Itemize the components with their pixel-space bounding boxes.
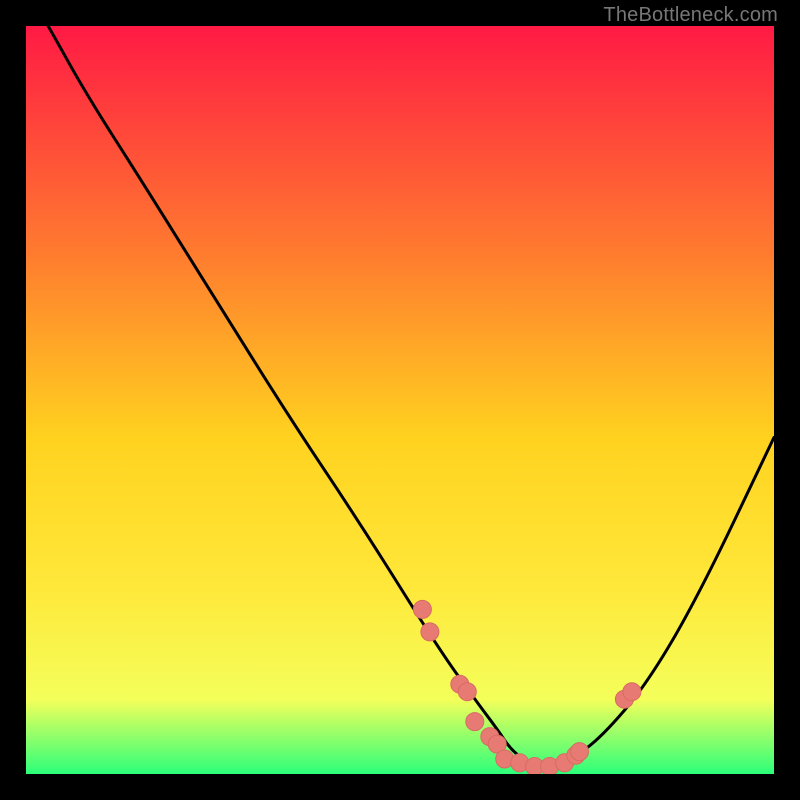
plot-area xyxy=(26,26,774,774)
attribution-text: TheBottleneck.com xyxy=(603,4,778,27)
curve-marker xyxy=(421,623,439,641)
curve-marker xyxy=(466,713,484,731)
curve-overlay xyxy=(26,26,774,774)
curve-marker xyxy=(458,683,476,701)
curve-markers xyxy=(413,600,641,774)
curve-marker xyxy=(623,683,641,701)
curve-marker xyxy=(413,600,431,618)
curve-marker xyxy=(571,743,589,761)
bottleneck-curve xyxy=(26,26,774,767)
